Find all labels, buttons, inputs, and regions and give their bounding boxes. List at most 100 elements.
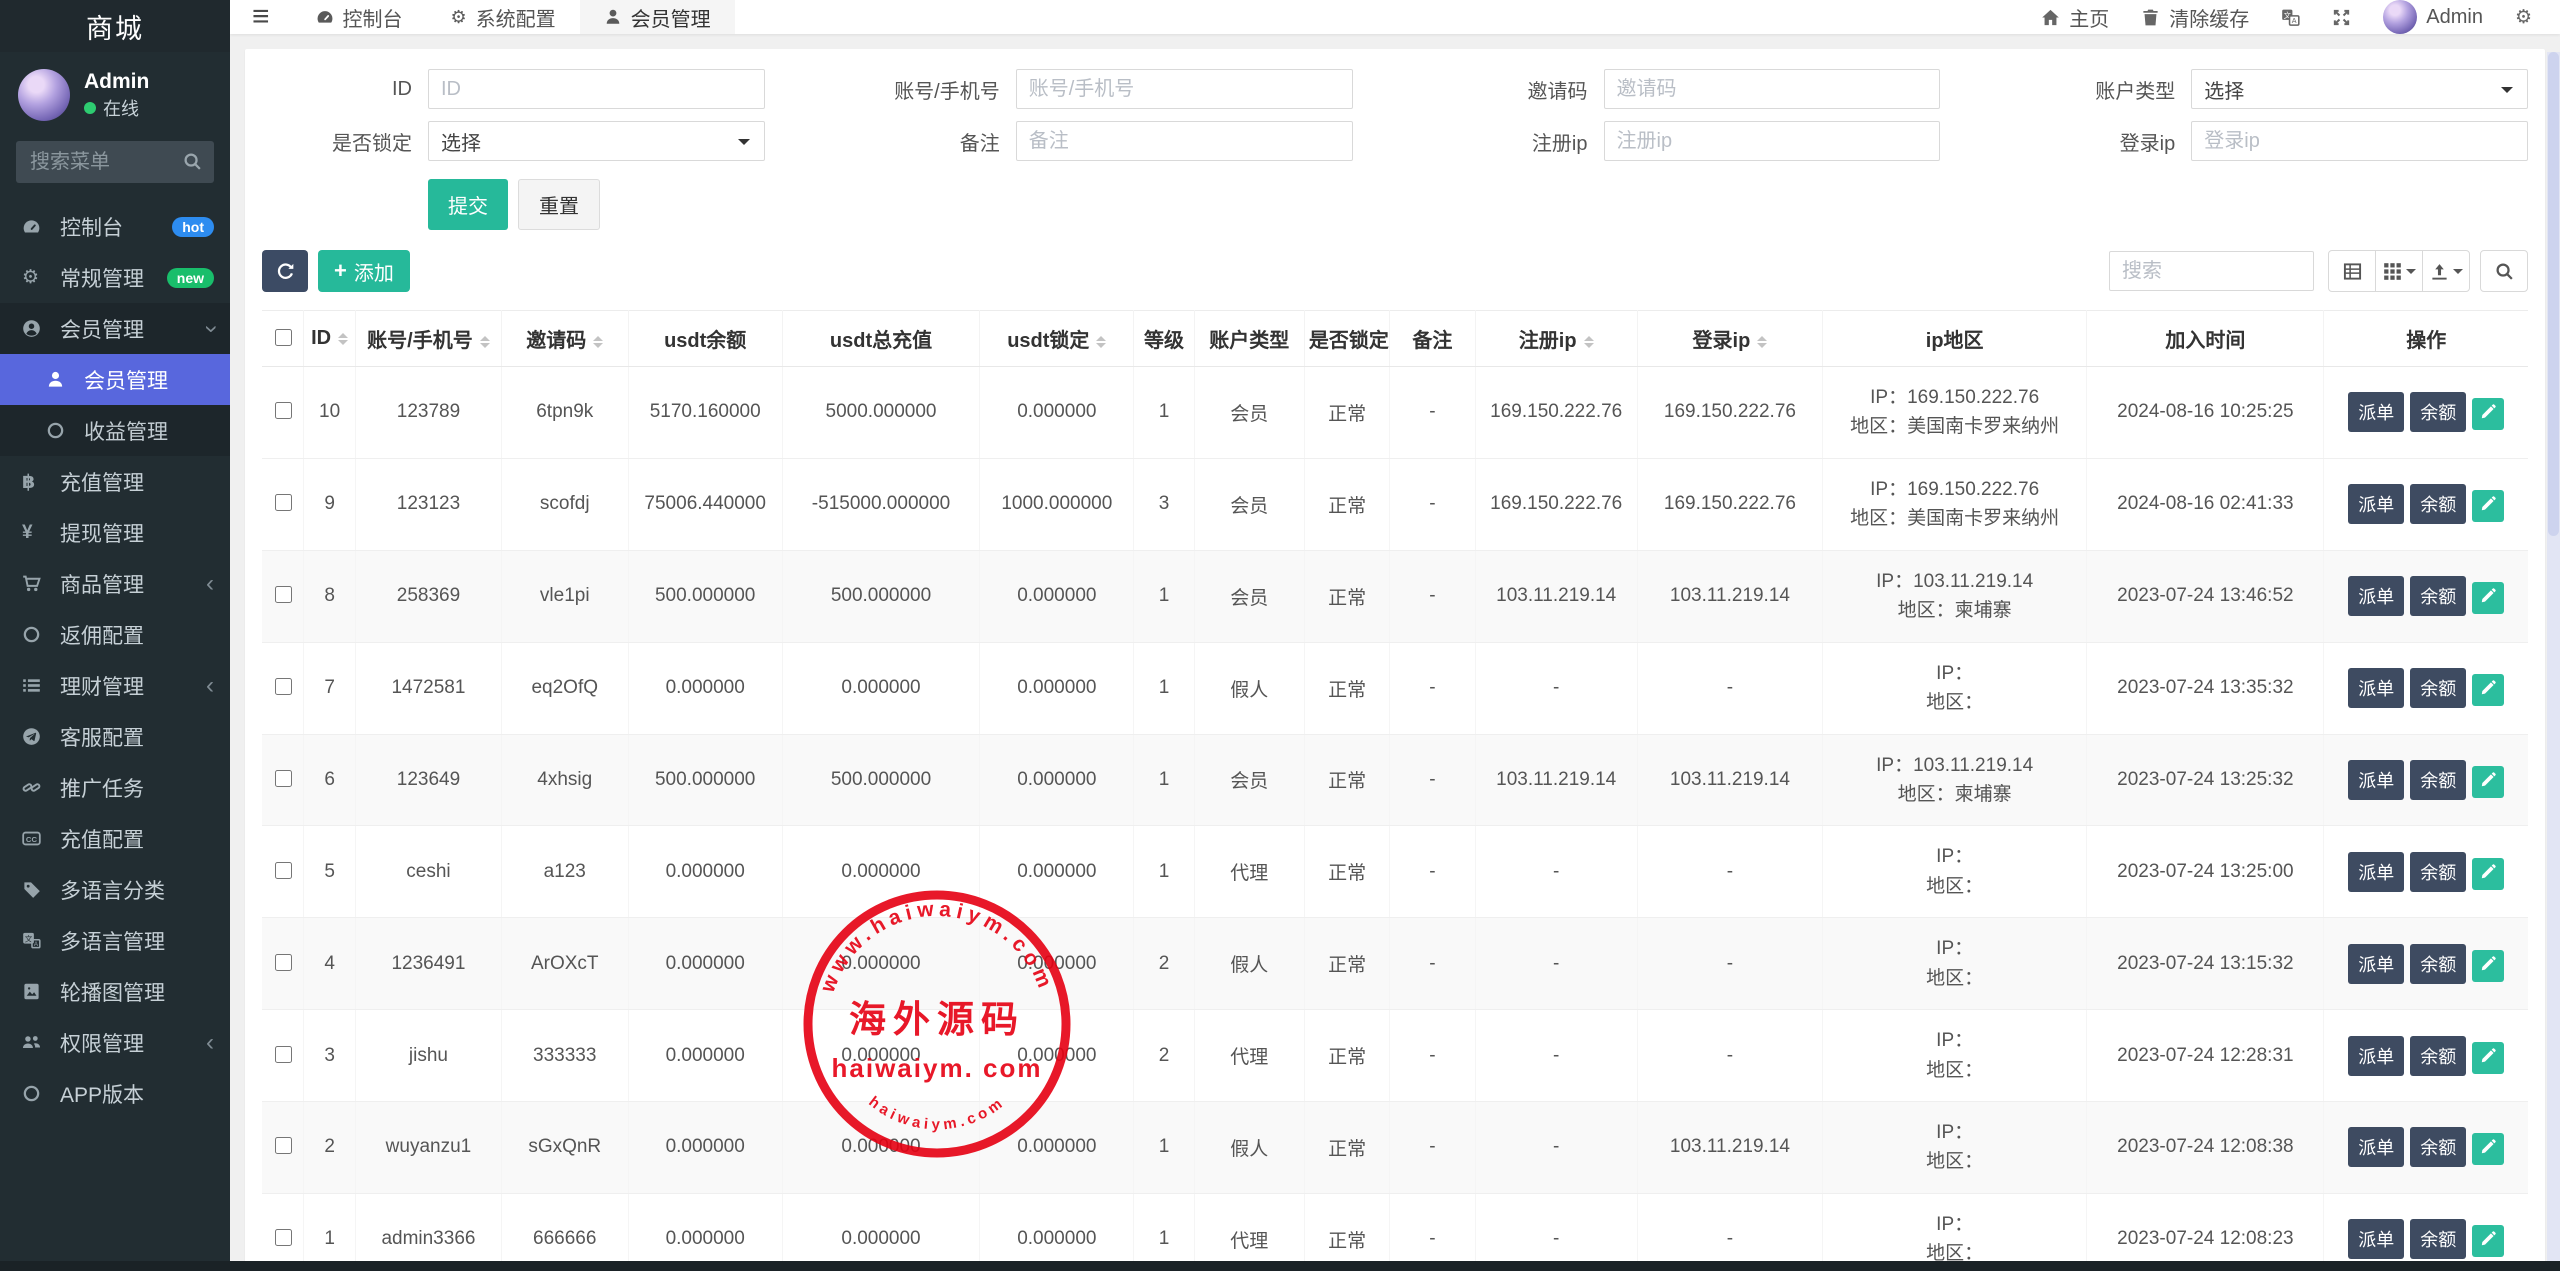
sidebar-item-promo[interactable]: 推广任务 <box>0 762 230 813</box>
sidebar-item-lang-manage[interactable]: 文A多语言管理 <box>0 915 230 966</box>
edit-button[interactable] <box>2472 766 2504 798</box>
scrollbar[interactable] <box>2547 52 2560 1261</box>
col-header-login_ip[interactable]: 登录ip <box>1637 311 1822 367</box>
sidebar-item-goods[interactable]: 商品管理‹ <box>0 558 230 609</box>
add-button[interactable]: + 添加 <box>318 250 410 292</box>
dispatch-button[interactable]: 派单 <box>2348 1036 2404 1076</box>
sidebar-item-recharge[interactable]: ฿充值管理 <box>0 456 230 507</box>
submit-button[interactable]: 提交 <box>428 179 508 230</box>
balance-button[interactable]: 余额 <box>2410 484 2466 524</box>
dispatch-button[interactable]: 派单 <box>2348 1219 2404 1259</box>
user-menu[interactable]: Admin <box>2383 0 2483 34</box>
row-checkbox[interactable] <box>275 862 292 879</box>
edit-button[interactable] <box>2472 858 2504 890</box>
row-checkbox[interactable] <box>275 1229 292 1246</box>
export-button[interactable] <box>2422 250 2470 292</box>
cell-invite: 6tpn9k <box>501 367 628 459</box>
account-type-select[interactable]: 选择 <box>2191 69 2528 109</box>
balance-button[interactable]: 余额 <box>2410 1127 2466 1167</box>
edit-button[interactable] <box>2472 582 2504 614</box>
balance-button[interactable]: 余额 <box>2410 760 2466 800</box>
edit-button[interactable] <box>2472 1042 2504 1074</box>
toggle-view-button[interactable] <box>2328 250 2376 292</box>
translate-button[interactable]: 文A <box>2281 8 2300 27</box>
edit-button[interactable] <box>2472 1225 2504 1257</box>
sidebar-item-rebate[interactable]: 返佣配置 <box>0 609 230 660</box>
sidebar-item-service[interactable]: 客服配置 <box>0 711 230 762</box>
row-checkbox[interactable] <box>275 586 292 603</box>
balance-button[interactable]: 余额 <box>2410 392 2466 432</box>
clear-cache-button[interactable]: 清除缓存 <box>2141 3 2249 32</box>
balance-button[interactable]: 余额 <box>2410 1219 2466 1259</box>
settings-button[interactable]: ⚙ <box>2515 6 2532 29</box>
topbar-right: 主页 清除缓存 文A Admin ⚙ <box>2041 0 2560 34</box>
home-button[interactable]: 主页 <box>2041 3 2109 32</box>
login-ip-input[interactable] <box>2191 121 2528 161</box>
sidebar-item-app-version[interactable]: APP版本 <box>0 1068 230 1119</box>
select-all-checkbox[interactable] <box>275 329 292 346</box>
sidebar-item-permission[interactable]: 权限管理‹ <box>0 1017 230 1068</box>
fullscreen-button[interactable] <box>2332 8 2351 27</box>
tab-dashboard[interactable]: 控制台 <box>292 0 427 34</box>
search-button[interactable] <box>2480 250 2528 292</box>
col-header-usdt_locked[interactable]: usdt锁定 <box>980 311 1134 367</box>
dispatch-button[interactable]: 派单 <box>2348 852 2404 892</box>
hamburger-icon[interactable]: ≡ <box>230 0 292 34</box>
balance-button[interactable]: 余额 <box>2410 576 2466 616</box>
account-input[interactable] <box>1016 69 1353 109</box>
sidebar-item-member-group[interactable]: 会员管理‹ <box>0 303 230 354</box>
remark-input[interactable] <box>1016 121 1353 161</box>
edit-button[interactable] <box>2472 950 2504 982</box>
dispatch-button[interactable]: 派单 <box>2348 484 2404 524</box>
sidebar-item-withdraw[interactable]: ¥提现管理 <box>0 507 230 558</box>
balance-button[interactable]: 余额 <box>2410 944 2466 984</box>
sidebar-item-wealth[interactable]: 理财管理‹ <box>0 660 230 711</box>
sidebar-item-lang-category[interactable]: 多语言分类 <box>0 864 230 915</box>
col-header-id[interactable]: ID <box>304 311 356 367</box>
balance-button[interactable]: 余额 <box>2410 852 2466 892</box>
balance-button[interactable]: 余额 <box>2410 668 2466 708</box>
id-input[interactable] <box>428 69 765 109</box>
reg-ip-input[interactable] <box>1604 121 1941 161</box>
reset-button[interactable]: 重置 <box>518 179 600 230</box>
dispatch-button[interactable]: 派单 <box>2348 392 2404 432</box>
dispatch-button[interactable]: 派单 <box>2348 668 2404 708</box>
scrollbar-thumb[interactable] <box>2548 52 2559 536</box>
sidebar-item-dashboard[interactable]: 控制台hot <box>0 201 230 252</box>
sidebar-subitem-member-list[interactable]: 会员管理 <box>0 354 230 405</box>
lock-status-select[interactable]: 选择 <box>428 121 765 161</box>
edit-button[interactable] <box>2472 490 2504 522</box>
edit-button[interactable] <box>2472 1133 2504 1165</box>
table-search-input[interactable] <box>2109 251 2314 291</box>
dispatch-button[interactable]: 派单 <box>2348 576 2404 616</box>
cell-login_ip: - <box>1637 918 1822 1010</box>
row-checkbox[interactable] <box>275 954 292 971</box>
edit-button[interactable] <box>2472 674 2504 706</box>
columns-button[interactable] <box>2375 250 2423 292</box>
edit-button[interactable] <box>2472 398 2504 430</box>
dispatch-button[interactable]: 派单 <box>2348 944 2404 984</box>
sidebar-item-banner[interactable]: 轮播图管理 <box>0 966 230 1017</box>
dispatch-button[interactable]: 派单 <box>2348 1127 2404 1167</box>
invite-code-input[interactable] <box>1604 69 1941 109</box>
dispatch-button[interactable]: 派单 <box>2348 760 2404 800</box>
circle-icon <box>46 421 78 440</box>
refresh-button[interactable] <box>262 250 308 292</box>
row-checkbox[interactable] <box>275 494 292 511</box>
row-checkbox[interactable] <box>275 1046 292 1063</box>
tab-member-manage[interactable]: 会员管理 <box>580 0 735 34</box>
col-header-account[interactable]: 账号/手机号 <box>356 311 502 367</box>
sidebar-item-recharge-config[interactable]: CC充值配置 <box>0 813 230 864</box>
row-checkbox[interactable] <box>275 678 292 695</box>
tab-label: 系统配置 <box>476 3 556 32</box>
tab-system-config[interactable]: ⚙系统配置 <box>427 0 580 34</box>
sidebar-subitem-earnings[interactable]: 收益管理 <box>0 405 230 456</box>
balance-button[interactable]: 余额 <box>2410 1036 2466 1076</box>
sidebar-item-general[interactable]: ⚙常规管理new <box>0 252 230 303</box>
row-checkbox[interactable] <box>275 402 292 419</box>
row-checkbox[interactable] <box>275 1137 292 1154</box>
col-header-invite[interactable]: 邀请码 <box>501 311 628 367</box>
col-header-reg_ip[interactable]: 注册ip <box>1475 311 1637 367</box>
fullscreen-icon <box>2332 8 2351 27</box>
row-checkbox[interactable] <box>275 770 292 787</box>
